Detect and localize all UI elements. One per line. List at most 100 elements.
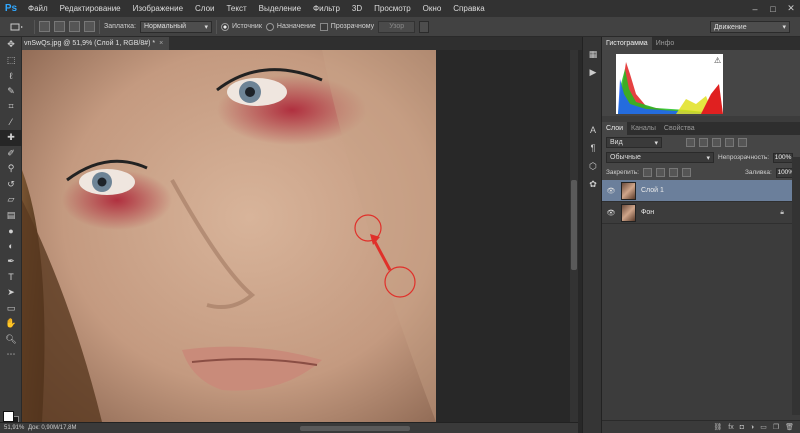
use-pattern-button[interactable]: Узор — [378, 20, 416, 33]
layer-row[interactable]: 👁︎ Фон 🔒︎ — [602, 202, 800, 224]
filter-adjustment-icon[interactable] — [699, 138, 708, 147]
maximize-button[interactable]: □ — [764, 0, 782, 17]
more-tools-icon[interactable]: ⋯ — [0, 347, 22, 363]
lock-position-icon[interactable] — [668, 168, 678, 177]
character-icon[interactable]: ¶ — [583, 139, 603, 157]
blend-mode-select[interactable]: Обычные ▾ — [606, 152, 714, 163]
lock-image-icon[interactable] — [655, 168, 665, 177]
lasso-tool-icon[interactable]: ℓ — [0, 68, 22, 84]
source-radio[interactable] — [221, 22, 229, 31]
link-icon[interactable]: ⛓ — [713, 423, 722, 431]
new-selection-button[interactable] — [39, 21, 50, 32]
brush-tool-icon[interactable]: ✐ — [0, 146, 22, 162]
tab-layers[interactable]: Слои — [602, 122, 628, 135]
history-icon[interactable]: ▦ — [583, 45, 603, 63]
cache-warning-icon[interactable]: ⚠ — [714, 56, 721, 65]
patch-tool-icon[interactable]: ✚ — [0, 130, 22, 146]
lock-all-icon[interactable] — [681, 168, 691, 177]
filter-smart-icon[interactable] — [738, 138, 747, 147]
canvas-vertical-scrollbar[interactable] — [570, 50, 578, 422]
subtract-selection-button[interactable] — [69, 21, 80, 32]
tab-properties[interactable]: Свойства — [660, 122, 699, 135]
filter-pixel-icon[interactable] — [686, 138, 695, 147]
transparent-checkbox[interactable] — [319, 22, 328, 31]
dodge-tool-icon[interactable]: ◐ — [0, 239, 22, 255]
workspace-select[interactable]: Движение ▾ — [710, 21, 790, 33]
tab-info[interactable]: Инфо — [652, 37, 679, 50]
document-size-info[interactable]: Док: 0,90M/17,8M — [24, 425, 80, 431]
intersect-selection-button[interactable] — [84, 21, 95, 32]
move-tool-icon[interactable]: ✥ — [0, 37, 22, 53]
eraser-tool-icon[interactable]: ▱ — [0, 192, 22, 208]
paragraph-icon[interactable]: A — [583, 121, 603, 139]
layer-row[interactable]: 👁︎ Слой 1 — [602, 180, 800, 202]
brushes-icon[interactable]: ✿ — [583, 175, 603, 193]
menu-image[interactable]: Изображение — [127, 0, 189, 17]
eye-icon[interactable]: 👁︎ — [606, 187, 616, 195]
minimize-button[interactable]: – — [746, 0, 764, 17]
marquee-tool-icon[interactable]: ⬚ — [0, 53, 22, 69]
eye-icon[interactable]: 👁︎ — [606, 209, 616, 217]
blur-tool-icon[interactable]: ● — [0, 223, 22, 239]
horizontal-scrollbar-thumb[interactable] — [300, 426, 410, 431]
crop-tool-icon[interactable]: ⌗ — [0, 99, 22, 115]
menu-select[interactable]: Выделение — [253, 0, 307, 17]
menu-view[interactable]: Просмотр — [368, 0, 417, 17]
mask-icon[interactable]: ◘ — [740, 424, 744, 431]
clone-stamp-tool-icon[interactable]: ⚲ — [0, 161, 22, 177]
document-tab[interactable]: vnSwQs.jpg @ 51,9% (Слой 1, RGB/8#) * × — [22, 37, 170, 50]
close-icon[interactable]: × — [159, 37, 163, 50]
adjustment-icon[interactable]: ◑ — [750, 424, 754, 431]
filter-type-icon[interactable] — [712, 138, 721, 147]
fx-icon[interactable]: fx — [728, 424, 733, 431]
new-layer-icon[interactable]: ❐ — [773, 423, 779, 431]
patch-mode-select[interactable]: Нормальный ▾ — [140, 20, 212, 33]
pattern-picker[interactable] — [419, 20, 430, 33]
type-tool-icon[interactable]: T — [0, 270, 22, 286]
foreground-color-swatch[interactable] — [3, 411, 14, 422]
photo-canvas[interactable] — [22, 50, 436, 422]
opacity-value[interactable]: 100% — [773, 152, 794, 163]
menu-layers[interactable]: Слои — [189, 0, 220, 17]
photoshop-logo: Ps — [4, 3, 18, 14]
shape-tool-icon[interactable]: ▭ — [0, 301, 22, 317]
menu-file[interactable]: Файл — [22, 0, 54, 17]
transparent-option[interactable]: Прозрачному — [319, 22, 375, 31]
scrollbar-thumb[interactable] — [571, 180, 577, 270]
menu-edit[interactable]: Редактирование — [54, 0, 127, 17]
path-select-tool-icon[interactable]: ➤ — [0, 285, 22, 301]
zoom-level[interactable]: 51,91% — [0, 425, 24, 431]
canvas-area[interactable] — [22, 50, 570, 422]
layers-list-empty-area[interactable] — [602, 224, 800, 404]
layer-filter-select[interactable]: Вид ▾ — [606, 137, 662, 148]
filter-shape-icon[interactable] — [725, 138, 734, 147]
options-bar: Заплатка: Нормальный ▾ Источник Назначен… — [0, 17, 800, 37]
destination-radio[interactable] — [265, 22, 274, 31]
hand-tool-icon[interactable]: ✋ — [0, 316, 22, 332]
source-option[interactable]: Источник — [221, 22, 262, 31]
actions-icon[interactable]: ▶ — [583, 63, 603, 81]
quick-select-tool-icon[interactable]: ✎ — [0, 84, 22, 100]
menu-type[interactable]: Текст — [220, 0, 252, 17]
folder-icon[interactable]: ▭ — [760, 423, 767, 431]
add-selection-button[interactable] — [54, 21, 65, 32]
trash-icon[interactable]: 🗑︎ — [785, 423, 794, 431]
eyedropper-tool-icon[interactable]: ⁄ — [0, 115, 22, 131]
menu-filter[interactable]: Фильтр — [307, 0, 346, 17]
gradient-tool-icon[interactable]: ▤ — [0, 208, 22, 224]
menu-window[interactable]: Окно — [417, 0, 448, 17]
tool-preset-picker[interactable] — [4, 20, 30, 34]
tab-channels[interactable]: Каналы — [627, 122, 660, 135]
lock-transparent-icon[interactable] — [642, 168, 652, 177]
zoom-tool-icon[interactable]: 🔍︎ — [0, 332, 22, 348]
menu-3d[interactable]: 3D — [346, 0, 368, 17]
menu-help[interactable]: Справка — [447, 0, 490, 17]
history-brush-tool-icon[interactable]: ↺ — [0, 177, 22, 193]
3d-icon[interactable]: ⬡ — [583, 157, 603, 175]
pen-tool-icon[interactable]: ✒ — [0, 254, 22, 270]
tab-histogram[interactable]: Гистограмма — [602, 37, 652, 50]
close-button[interactable]: ✕ — [782, 0, 800, 17]
panel-scrollbar[interactable] — [792, 157, 800, 415]
destination-option[interactable]: Назначение — [265, 22, 316, 31]
transparent-label: Прозрачному — [330, 23, 375, 30]
